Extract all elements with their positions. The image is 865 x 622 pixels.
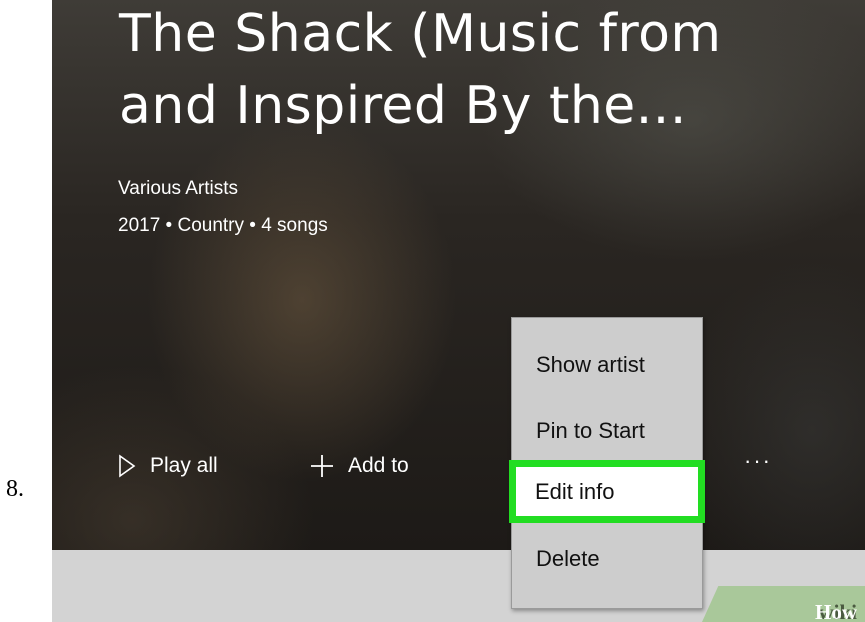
app-screen: The Shack (Music from and Inspired By th… — [52, 0, 865, 622]
menu-item-show-artist[interactable]: Show artist — [512, 340, 702, 390]
album-title: The Shack (Music from and Inspired By th… — [119, 0, 839, 142]
album-title-line-2: and Inspired By the... — [119, 76, 687, 136]
play-all-button[interactable]: Play all — [118, 454, 218, 478]
add-to-button[interactable]: Add to — [310, 454, 409, 478]
step-number: 8. — [6, 476, 24, 502]
album-title-line-1: The Shack (Music from — [119, 4, 722, 64]
watermark-part-2: How — [815, 600, 857, 622]
wikihow-watermark: wiki How — [702, 586, 865, 622]
menu-item-delete[interactable]: Delete — [512, 534, 702, 584]
plus-icon — [310, 454, 334, 478]
album-hero: The Shack (Music from and Inspired By th… — [52, 0, 865, 550]
album-artist-link[interactable]: Various Artists — [118, 178, 238, 200]
album-meta: 2017 • Country • 4 songs — [118, 215, 328, 236]
more-options-button[interactable]: ··· — [738, 448, 778, 478]
play-all-label: Play all — [150, 454, 218, 477]
edit-info-highlight: Edit info — [509, 460, 705, 523]
menu-item-edit-info[interactable]: Edit info — [516, 467, 698, 516]
add-to-label: Add to — [348, 454, 409, 477]
menu-item-pin-to-start[interactable]: Pin to Start — [512, 406, 702, 456]
play-icon — [118, 454, 136, 478]
